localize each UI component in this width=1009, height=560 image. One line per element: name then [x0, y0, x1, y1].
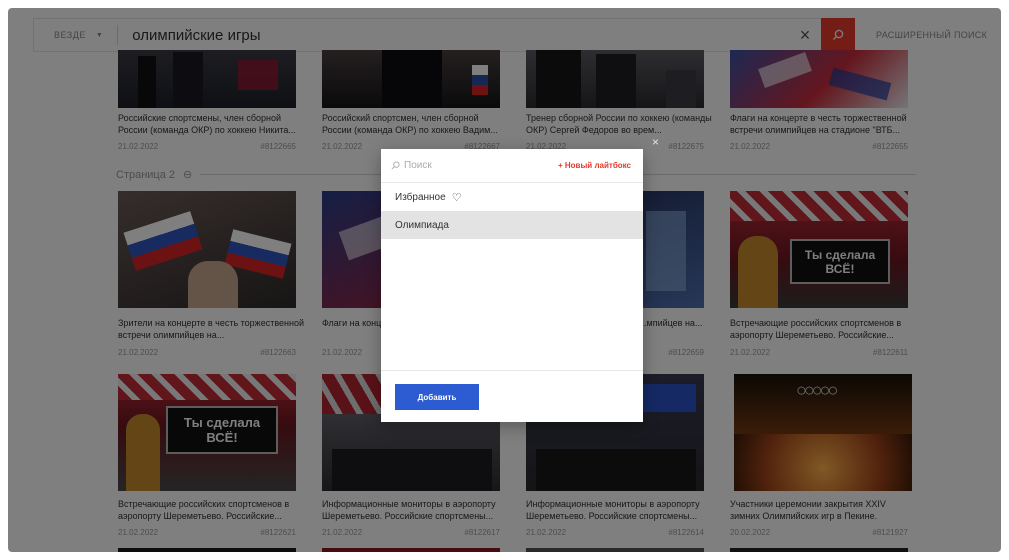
search-icon — [391, 161, 400, 170]
lightbox-item-olympiad[interactable]: Олимпиада — [381, 211, 643, 239]
lightbox-item-label: Избранное — [395, 191, 446, 203]
lightbox-search[interactable]: Поиск — [391, 160, 558, 171]
modal-footer: Добавить — [381, 370, 643, 422]
heart-icon: ♡ — [451, 191, 462, 204]
modal-header: Поиск + Новый лайтбокс — [381, 149, 643, 183]
app-frame: ВЕЗДЕ ▼ × РАСШИРЕННЫЙ ПОИСК — [8, 8, 1001, 552]
close-icon[interactable]: × — [652, 135, 659, 149]
lightbox-modal: × Поиск + Новый лайтбокс Избранное ♡ Оли… — [381, 135, 659, 422]
lightbox-item-favorites[interactable]: Избранное ♡ — [381, 183, 643, 211]
lightbox-item-label: Олимпиада — [395, 219, 449, 231]
add-button[interactable]: Добавить — [395, 384, 479, 410]
lightbox-search-placeholder: Поиск — [404, 160, 432, 171]
new-lightbox-button[interactable]: + Новый лайтбокс — [558, 161, 631, 170]
